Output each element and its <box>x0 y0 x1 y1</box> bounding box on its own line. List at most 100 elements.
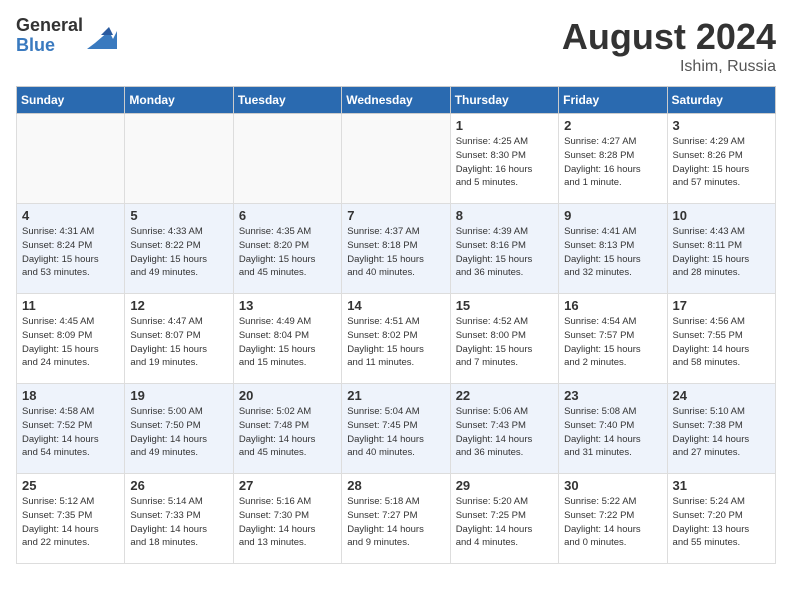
day-number: 24 <box>673 388 770 403</box>
calendar-cell: 6 Sunrise: 4:35 AM Sunset: 8:20 PM Daylig… <box>233 204 341 294</box>
calendar-cell: 11 Sunrise: 4:45 AM Sunset: 8:09 PM Dayli… <box>17 294 125 384</box>
calendar-cell: 18 Sunrise: 4:58 AM Sunset: 7:52 PM Dayli… <box>17 384 125 474</box>
day-info: Sunrise: 5:24 AM Sunset: 7:20 PM Dayligh… <box>673 495 770 550</box>
day-number: 26 <box>130 478 227 493</box>
day-number: 16 <box>564 298 661 313</box>
calendar-cell: 29 Sunrise: 5:20 AM Sunset: 7:25 PM Dayli… <box>450 474 558 564</box>
logo-blue-text: Blue <box>16 36 83 56</box>
calendar-day-header: Wednesday <box>342 87 450 114</box>
calendar-cell: 12 Sunrise: 4:47 AM Sunset: 8:07 PM Dayli… <box>125 294 233 384</box>
calendar-cell: 17Sunrise: 4:56 AM Sunset: 7:55 PM Dayli… <box>667 294 775 384</box>
calendar-cell: 13 Sunrise: 4:49 AM Sunset: 8:04 PM Dayli… <box>233 294 341 384</box>
logo-general-text: General <box>16 16 83 36</box>
calendar-cell: 28 Sunrise: 5:18 AM Sunset: 7:27 PM Dayli… <box>342 474 450 564</box>
calendar-day-header: Sunday <box>17 87 125 114</box>
day-number: 28 <box>347 478 444 493</box>
day-info: Sunrise: 4:39 AM Sunset: 8:16 PM Dayligh… <box>456 225 553 280</box>
day-number: 12 <box>130 298 227 313</box>
day-info: Sunrise: 4:49 AM Sunset: 8:04 PM Dayligh… <box>239 315 336 370</box>
calendar-cell: 7Sunrise: 4:37 AM Sunset: 8:18 PM Daylig… <box>342 204 450 294</box>
month-year: August 2024 <box>562 16 776 58</box>
day-info: Sunrise: 4:25 AM Sunset: 8:30 PM Dayligh… <box>456 135 553 190</box>
calendar-cell: 23 Sunrise: 5:08 AM Sunset: 7:40 PM Dayli… <box>559 384 667 474</box>
day-info: Sunrise: 4:31 AM Sunset: 8:24 PM Dayligh… <box>22 225 119 280</box>
calendar-cell: 24Sunrise: 5:10 AM Sunset: 7:38 PM Dayli… <box>667 384 775 474</box>
day-info: Sunrise: 5:00 AM Sunset: 7:50 PM Dayligh… <box>130 405 227 460</box>
day-number: 22 <box>456 388 553 403</box>
day-info: Sunrise: 5:12 AM Sunset: 7:35 PM Dayligh… <box>22 495 119 550</box>
calendar-cell <box>233 114 341 204</box>
day-info: Sunrise: 5:18 AM Sunset: 7:27 PM Dayligh… <box>347 495 444 550</box>
day-number: 18 <box>22 388 119 403</box>
logo-icon <box>87 21 117 51</box>
day-number: 1 <box>456 118 553 133</box>
day-info: Sunrise: 4:45 AM Sunset: 8:09 PM Dayligh… <box>22 315 119 370</box>
calendar-cell: 26 Sunrise: 5:14 AM Sunset: 7:33 PM Dayli… <box>125 474 233 564</box>
day-info: Sunrise: 5:04 AM Sunset: 7:45 PM Dayligh… <box>347 405 444 460</box>
calendar-week-row: 18 Sunrise: 4:58 AM Sunset: 7:52 PM Dayli… <box>17 384 776 474</box>
calendar-cell: 14 Sunrise: 4:51 AM Sunset: 8:02 PM Dayli… <box>342 294 450 384</box>
day-number: 13 <box>239 298 336 313</box>
calendar-day-header: Saturday <box>667 87 775 114</box>
day-number: 29 <box>456 478 553 493</box>
day-number: 8 <box>456 208 553 223</box>
title-block: August 2024 Ishim, Russia <box>562 16 776 76</box>
calendar-week-row: 11 Sunrise: 4:45 AM Sunset: 8:09 PM Dayli… <box>17 294 776 384</box>
day-number: 21 <box>347 388 444 403</box>
day-info: Sunrise: 5:22 AM Sunset: 7:22 PM Dayligh… <box>564 495 661 550</box>
calendar-week-row: 1 Sunrise: 4:25 AM Sunset: 8:30 PM Daylig… <box>17 114 776 204</box>
calendar-cell: 9 Sunrise: 4:41 AM Sunset: 8:13 PM Daylig… <box>559 204 667 294</box>
day-number: 30 <box>564 478 661 493</box>
calendar-cell: 20Sunrise: 5:02 AM Sunset: 7:48 PM Dayli… <box>233 384 341 474</box>
day-info: Sunrise: 4:33 AM Sunset: 8:22 PM Dayligh… <box>130 225 227 280</box>
calendar-cell <box>342 114 450 204</box>
calendar-cell: 25 Sunrise: 5:12 AM Sunset: 7:35 PM Dayli… <box>17 474 125 564</box>
calendar-day-header: Tuesday <box>233 87 341 114</box>
day-number: 20 <box>239 388 336 403</box>
day-info: Sunrise: 4:41 AM Sunset: 8:13 PM Dayligh… <box>564 225 661 280</box>
day-number: 5 <box>130 208 227 223</box>
location: Ishim, Russia <box>562 58 776 76</box>
calendar-cell: 31 Sunrise: 5:24 AM Sunset: 7:20 PM Dayli… <box>667 474 775 564</box>
day-info: Sunrise: 4:58 AM Sunset: 7:52 PM Dayligh… <box>22 405 119 460</box>
calendar-cell: 1 Sunrise: 4:25 AM Sunset: 8:30 PM Daylig… <box>450 114 558 204</box>
day-number: 6 <box>239 208 336 223</box>
day-info: Sunrise: 4:47 AM Sunset: 8:07 PM Dayligh… <box>130 315 227 370</box>
day-number: 25 <box>22 478 119 493</box>
day-number: 10 <box>673 208 770 223</box>
day-info: Sunrise: 4:27 AM Sunset: 8:28 PM Dayligh… <box>564 135 661 190</box>
calendar-cell: 10Sunrise: 4:43 AM Sunset: 8:11 PM Dayli… <box>667 204 775 294</box>
day-info: Sunrise: 5:14 AM Sunset: 7:33 PM Dayligh… <box>130 495 227 550</box>
day-info: Sunrise: 4:37 AM Sunset: 8:18 PM Dayligh… <box>347 225 444 280</box>
day-number: 27 <box>239 478 336 493</box>
day-info: Sunrise: 5:16 AM Sunset: 7:30 PM Dayligh… <box>239 495 336 550</box>
day-number: 17 <box>673 298 770 313</box>
day-number: 14 <box>347 298 444 313</box>
day-info: Sunrise: 5:06 AM Sunset: 7:43 PM Dayligh… <box>456 405 553 460</box>
day-info: Sunrise: 4:29 AM Sunset: 8:26 PM Dayligh… <box>673 135 770 190</box>
calendar-cell: 27 Sunrise: 5:16 AM Sunset: 7:30 PM Dayli… <box>233 474 341 564</box>
day-info: Sunrise: 4:35 AM Sunset: 8:20 PM Dayligh… <box>239 225 336 280</box>
day-number: 31 <box>673 478 770 493</box>
calendar-cell <box>125 114 233 204</box>
day-number: 11 <box>22 298 119 313</box>
day-number: 3 <box>673 118 770 133</box>
calendar-day-header: Thursday <box>450 87 558 114</box>
calendar-cell: 30 Sunrise: 5:22 AM Sunset: 7:22 PM Dayli… <box>559 474 667 564</box>
calendar-cell: 5 Sunrise: 4:33 AM Sunset: 8:22 PM Daylig… <box>125 204 233 294</box>
calendar-cell: 15Sunrise: 4:52 AM Sunset: 8:00 PM Dayli… <box>450 294 558 384</box>
day-number: 2 <box>564 118 661 133</box>
calendar-cell: 4Sunrise: 4:31 AM Sunset: 8:24 PM Daylig… <box>17 204 125 294</box>
calendar-cell: 19Sunrise: 5:00 AM Sunset: 7:50 PM Dayli… <box>125 384 233 474</box>
calendar-cell: 21 Sunrise: 5:04 AM Sunset: 7:45 PM Dayli… <box>342 384 450 474</box>
day-info: Sunrise: 4:54 AM Sunset: 7:57 PM Dayligh… <box>564 315 661 370</box>
day-info: Sunrise: 5:20 AM Sunset: 7:25 PM Dayligh… <box>456 495 553 550</box>
day-info: Sunrise: 4:52 AM Sunset: 8:00 PM Dayligh… <box>456 315 553 370</box>
calendar-cell: 2 Sunrise: 4:27 AM Sunset: 8:28 PM Daylig… <box>559 114 667 204</box>
day-number: 9 <box>564 208 661 223</box>
calendar-cell: 3 Sunrise: 4:29 AM Sunset: 8:26 PM Daylig… <box>667 114 775 204</box>
day-info: Sunrise: 5:08 AM Sunset: 7:40 PM Dayligh… <box>564 405 661 460</box>
day-number: 23 <box>564 388 661 403</box>
day-info: Sunrise: 4:51 AM Sunset: 8:02 PM Dayligh… <box>347 315 444 370</box>
calendar-cell: 8 Sunrise: 4:39 AM Sunset: 8:16 PM Daylig… <box>450 204 558 294</box>
